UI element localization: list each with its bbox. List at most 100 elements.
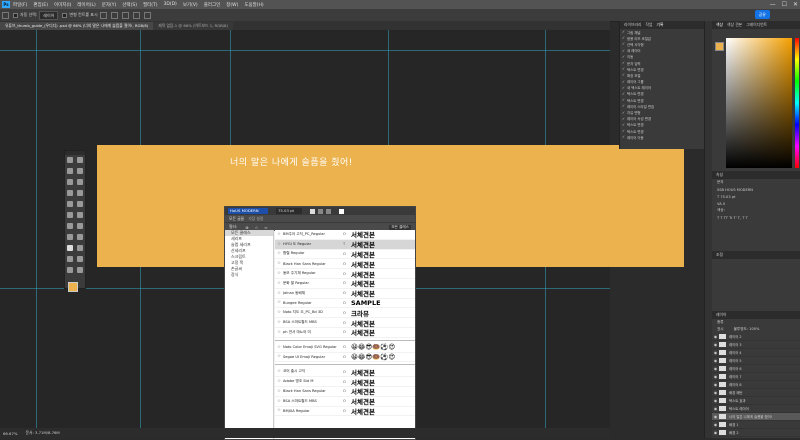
- favorite-star-icon[interactable]: ☆: [275, 251, 283, 256]
- layer-row[interactable]: ◉ 레이어 3: [712, 341, 800, 349]
- layer-row[interactable]: ◉ 배경 1: [712, 421, 800, 429]
- layer-row[interactable]: ◉ 너의 말은 나에게 슬픔을 줬어!: [712, 413, 800, 421]
- history-brush-icon[interactable]: [67, 211, 73, 218]
- text-color-swatch[interactable]: [339, 208, 344, 214]
- history-item[interactable]: ✓ 레이어 이동: [620, 134, 704, 140]
- layer-row[interactable]: ◉ 텍스트 효과: [712, 397, 800, 405]
- font-row[interactable]: ☆ BSA 스마트월드 MBS O 서체견본: [275, 397, 415, 407]
- eye-icon[interactable]: ◉: [712, 390, 719, 395]
- foreground-color-swatch[interactable]: [68, 282, 78, 292]
- eye-icon[interactable]: ◉: [712, 342, 719, 347]
- favorite-star-icon[interactable]: ☆: [275, 399, 283, 404]
- property-row[interactable]: 색상:: [712, 207, 800, 214]
- font-row[interactable]: ☆ Black Han Sans Regular O 서체견본: [275, 259, 415, 270]
- check-icon[interactable]: ✓: [620, 67, 627, 71]
- eye-icon[interactable]: ◉: [712, 358, 719, 363]
- layer-row[interactable]: ◉ 레이어 8: [712, 381, 800, 389]
- eye-icon[interactable]: ◉: [712, 350, 719, 355]
- favorite-star-icon[interactable]: ☆: [275, 369, 283, 374]
- app-logo[interactable]: Ps: [2, 1, 10, 8]
- favorite-star-icon[interactable]: ☆: [275, 345, 283, 350]
- tab-document-1[interactable]: 유튜브_thumb_guide_(우디디) .psd @ 66% (너의 말은 …: [0, 22, 154, 30]
- favorite-star-icon[interactable]: ☆: [275, 300, 283, 305]
- check-icon[interactable]: ✓: [620, 55, 627, 59]
- font-category-item[interactable]: 장식: [225, 272, 273, 278]
- font-row[interactable]: ☆ 코어 출시 고딕 O 서체견본: [275, 367, 415, 378]
- font-row[interactable]: ☆ Jalnan 동배체 O 서체견본: [275, 289, 415, 299]
- tab-gradients[interactable]: 그레이디언트: [746, 22, 767, 28]
- menu-item[interactable]: 도움말(H): [241, 2, 266, 8]
- align-right-icon[interactable]: [121, 11, 129, 19]
- eye-icon[interactable]: ◉: [712, 374, 719, 379]
- check-icon[interactable]: ✓: [620, 73, 627, 77]
- property-row[interactable]: VA 0: [712, 200, 800, 207]
- eye-icon[interactable]: ◉: [712, 398, 719, 403]
- tab-libraries[interactable]: 라이브러리: [624, 22, 641, 28]
- menu-item[interactable]: 파일(F): [10, 2, 30, 8]
- auto-select-checkbox[interactable]: [13, 12, 18, 18]
- tab-document-2[interactable]: 제목 없음-1 @ 66% (아트보드 1, RGB/8): [153, 22, 233, 30]
- tab-color[interactable]: 색상: [716, 22, 723, 28]
- class-filter-dropdown[interactable]: 모든 클래스: [389, 224, 411, 230]
- hue-slider[interactable]: [795, 38, 799, 168]
- font-row[interactable]: ☆ HYGI 도 Regular T 서체견본: [275, 239, 415, 250]
- move-tool-icon[interactable]: [67, 156, 73, 163]
- hand-tool-icon[interactable]: [77, 255, 83, 262]
- favorite-star-icon[interactable]: ☆: [275, 330, 283, 335]
- tab-favorite-fonts[interactable]: 가장 설정: [248, 216, 263, 222]
- check-icon[interactable]: ✓: [620, 36, 627, 40]
- font-row[interactable]: ☆ 함렬 Regular O 서체견본: [275, 250, 415, 260]
- font-row[interactable]: ☆ Bungee Regular O SAMPLE: [275, 299, 415, 309]
- check-icon[interactable]: ✓: [620, 92, 627, 96]
- opacity-field[interactable]: 불투명도: 100%: [734, 327, 760, 332]
- favorite-star-icon[interactable]: ☆: [275, 320, 283, 325]
- align-center-icon[interactable]: [318, 208, 323, 214]
- layer-row[interactable]: ◉ 레이어 6: [712, 365, 800, 373]
- font-row[interactable]: ☆ Noto Color Emoji SVG Regular O 😀😂😎🍩⚽😍: [275, 343, 415, 353]
- favorite-star-icon[interactable]: ☆: [275, 310, 283, 315]
- property-row[interactable]: SSB HOUS MODERN: [712, 186, 800, 193]
- magic-wand-icon[interactable]: [77, 167, 83, 174]
- favorite-star-icon[interactable]: ☆: [275, 271, 283, 276]
- check-icon[interactable]: ✓: [620, 30, 627, 34]
- maximize-icon[interactable]: ☐: [782, 1, 787, 8]
- stamp-tool-icon[interactable]: [77, 200, 83, 207]
- zoom-tool-icon[interactable]: [67, 266, 73, 273]
- menu-item[interactable]: 창(W): [223, 2, 241, 8]
- dodge-tool-icon[interactable]: [67, 233, 73, 240]
- menu-item[interactable]: 문자(Y): [99, 2, 120, 8]
- menu-item[interactable]: 레이어(L): [74, 2, 98, 8]
- tab-actions[interactable]: 작업: [645, 22, 652, 28]
- tab-all-fonts[interactable]: 모든 글꼴: [229, 216, 244, 222]
- pen-tool-icon[interactable]: [77, 233, 83, 240]
- more-tools-icon[interactable]: [77, 266, 83, 273]
- property-row[interactable]: T 75.03 pt: [712, 193, 800, 200]
- eye-icon[interactable]: ◉: [712, 406, 719, 411]
- align-left-icon[interactable]: [310, 208, 315, 214]
- check-icon[interactable]: ✓: [620, 117, 627, 121]
- align-right-icon[interactable]: [326, 208, 331, 214]
- shape-tool-icon[interactable]: [67, 255, 73, 262]
- check-icon[interactable]: ✓: [620, 111, 627, 115]
- favorite-star-icon[interactable]: ☆: [275, 379, 283, 384]
- favorite-star-icon[interactable]: ☆: [275, 281, 283, 286]
- menu-item[interactable]: 편집(E): [30, 2, 51, 8]
- similar-filter-icon[interactable]: ≈: [264, 225, 267, 230]
- check-icon[interactable]: ✓: [620, 42, 627, 46]
- crop-tool-icon[interactable]: [67, 178, 73, 185]
- favorite-star-icon[interactable]: ☆: [275, 389, 283, 394]
- eyedropper-icon[interactable]: [67, 189, 73, 196]
- minimize-icon[interactable]: —: [770, 1, 776, 8]
- layer-row[interactable]: ◉ 레이어 7: [712, 373, 800, 381]
- tab-history[interactable]: 기록: [656, 22, 663, 28]
- gradient-tool-icon[interactable]: [67, 222, 73, 229]
- check-icon[interactable]: ✓: [620, 49, 627, 53]
- brush-tool-icon[interactable]: [67, 200, 73, 207]
- layer-row[interactable]: ◉ 레이어 4: [712, 349, 800, 357]
- menu-item[interactable]: 플러그인: [201, 2, 224, 8]
- check-icon[interactable]: ✓: [620, 86, 627, 90]
- favorite-star-icon[interactable]: ☆: [275, 354, 283, 359]
- color-picker-field[interactable]: [726, 38, 792, 168]
- check-icon[interactable]: ✓: [620, 123, 627, 127]
- blend-mode-dropdown[interactable]: 표시: [717, 327, 724, 332]
